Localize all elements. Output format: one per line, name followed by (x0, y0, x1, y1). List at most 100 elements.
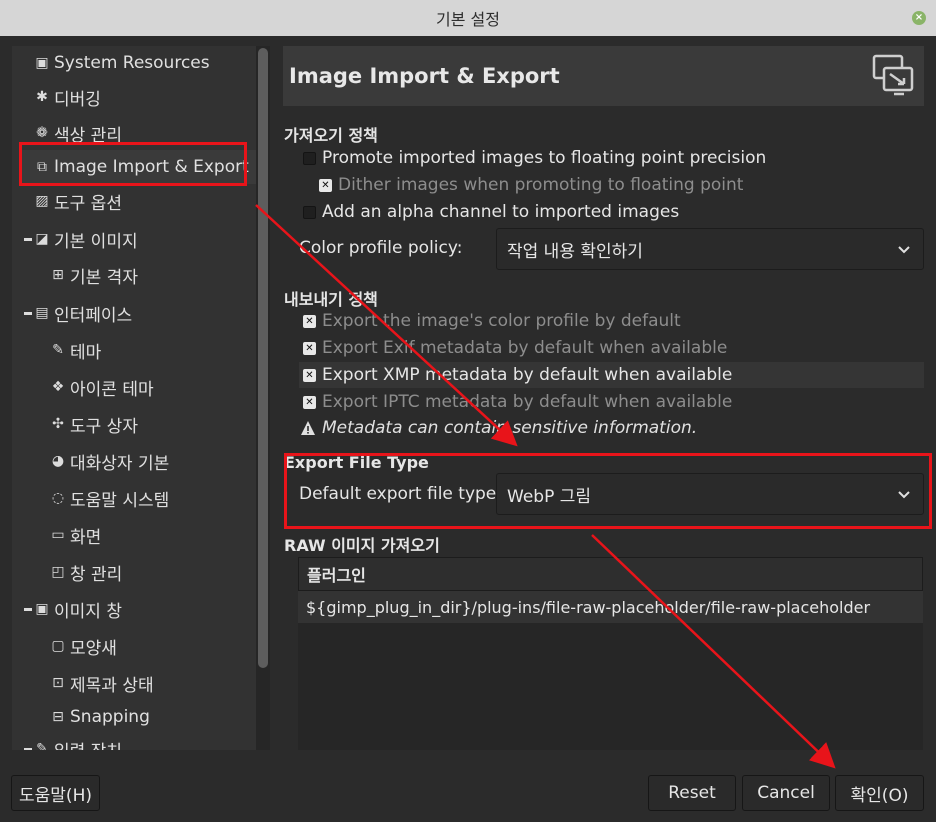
reset-button[interactable]: Reset (648, 775, 736, 811)
sidebar-item-toolbox[interactable]: ✣ 도구 상자 (50, 407, 138, 441)
sidebar-item-default-image[interactable]: ◪ 기본 이미지 (24, 222, 138, 256)
help-button[interactable]: 도움말(H) (11, 775, 100, 811)
export-xmp-checkbox[interactable]: ✕ Export XMP metadata by default when av… (299, 362, 924, 388)
collapse-icon[interactable] (24, 748, 32, 750)
dialog-icon: ◕ (51, 453, 65, 469)
raw-import-title: RAW 이미지 가져오기 (284, 536, 440, 555)
window-title: 기본 설정 (436, 10, 500, 29)
sidebar-item-label: 이미지 창 (54, 601, 122, 622)
column-header-plugin[interactable]: 플러그인 (298, 557, 923, 591)
checkbox-label: Export Exif metadata by default when ava… (322, 338, 728, 358)
sidebar-item-label: 테마 (70, 342, 102, 363)
sidebar-item-label: 모양새 (70, 638, 117, 659)
sidebar-item-icon-theme[interactable]: ❖ 아이콘 테마 (50, 370, 154, 404)
icon-theme-icon: ❖ (51, 379, 65, 395)
checkbox-label: Export IPTC metadata by default when ava… (322, 392, 733, 412)
interface-icon: ▤ (35, 305, 49, 321)
checkbox-label: Export the image's color profile by defa… (322, 311, 681, 331)
toolbox-icon: ✣ (52, 416, 64, 432)
sidebar-item-title-status[interactable]: ⊡ 제목과 상태 (50, 666, 154, 700)
sidebar-item-system-resources[interactable]: ▣ System Resources (34, 46, 209, 80)
sidebar-item-label: 도구 상자 (70, 416, 138, 437)
export-policy-title: 내보내기 정책 (284, 290, 378, 309)
checkbox-label: Add an alpha channel to imported images (322, 202, 680, 222)
sidebar-item-tool-options[interactable]: ▨ 도구 옵션 (34, 184, 122, 218)
sidebar-item-appearance[interactable]: ▢ 모양새 (50, 629, 117, 663)
sidebar-item-label: 화면 (70, 527, 102, 548)
checkbox-box[interactable] (303, 151, 316, 165)
page-title: Image Import & Export (289, 64, 560, 88)
checkbox-box[interactable]: ✕ (303, 368, 316, 382)
export-color-profile-checkbox: ✕ Export the image's color profile by de… (303, 308, 681, 334)
alpha-channel-checkbox[interactable]: Add an alpha channel to imported images (303, 199, 679, 225)
sidebar-item-label: 아이콘 테마 (70, 379, 154, 400)
image-window-icon: ▣ (35, 601, 49, 617)
sidebar-item-interface[interactable]: ▤ 인터페이스 (24, 296, 133, 330)
warning-text: Metadata can contain sensitive informati… (322, 418, 698, 438)
scrollbar-thumb[interactable] (258, 48, 268, 668)
monitor-icon: ▭ (51, 527, 65, 543)
cancel-button[interactable]: Cancel (742, 775, 830, 811)
sidebar-item-display[interactable]: ▭ 화면 (50, 518, 101, 552)
sidebar-item-label: 디버깅 (54, 89, 101, 110)
sidebar-item-label: Image Import & Export (54, 157, 249, 177)
export-file-type-title: Export File Type (284, 453, 429, 472)
bug-icon: ✱ (36, 89, 48, 105)
windows-icon: ◰ (51, 564, 65, 580)
sidebar-item-input-devices[interactable]: ✎ 입력 장치 (24, 732, 122, 751)
sidebar-item-label: 도구 옵션 (54, 193, 122, 214)
sidebar-item-debugging[interactable]: ✱ 디버깅 (34, 80, 101, 114)
collapse-icon[interactable] (24, 608, 32, 611)
sidebar-item-label: 창 관리 (70, 564, 123, 585)
sidebar-item-label: Snapping (70, 707, 150, 727)
sidebar-item-dialog-defaults[interactable]: ◕ 대화상자 기본 (50, 444, 169, 478)
chip-icon: ▣ (35, 55, 49, 71)
sidebar-item-label: 색상 관리 (54, 125, 122, 146)
raw-plugin-list[interactable]: 플러그인 ${gimp_plug_in_dir}/plug-ins/file-r… (298, 557, 923, 750)
export-exif-checkbox: ✕ Export Exif metadata by default when a… (303, 335, 727, 361)
promote-float-checkbox[interactable]: Promote imported images to floating poin… (303, 145, 766, 171)
color-circles-icon: ❁ (36, 125, 48, 141)
sidebar-item-default-grid[interactable]: ⊞ 기본 격자 (50, 258, 138, 292)
import-export-icon: ⧉ (37, 159, 47, 175)
checkbox-box: ✕ (319, 178, 332, 192)
dropdown-value: 작업 내용 확인하기 (507, 241, 643, 262)
snapping-icon: ⊟ (52, 709, 64, 725)
sidebar-item-label: 기본 이미지 (54, 231, 138, 252)
page-header: Image Import & Export (283, 46, 924, 106)
sidebar-item-theme[interactable]: ✎ 테마 (50, 333, 101, 367)
help-ring-icon: ◌ (51, 490, 65, 506)
chevron-down-icon (898, 246, 910, 254)
color-profile-dropdown[interactable]: 작업 내용 확인하기 (496, 228, 924, 270)
sidebar-item-label: 인터페이스 (54, 305, 133, 326)
sidebar-item-image-windows[interactable]: ▣ 이미지 창 (24, 592, 122, 626)
sidebar-scrollbar[interactable] (256, 46, 270, 750)
sidebar-item-window-management[interactable]: ◰ 창 관리 (50, 555, 122, 589)
theme-icon: ✎ (52, 342, 64, 358)
sidebar-item-color-management[interactable]: ❁ 색상 관리 (34, 116, 122, 150)
metadata-warning: Metadata can contain sensitive informati… (300, 418, 697, 438)
sidebar-item-label: 제목과 상태 (70, 675, 154, 696)
sidebar-item-label: 입력 장치 (54, 737, 122, 751)
close-icon[interactable]: × (912, 11, 926, 25)
dropdown-value: WebP 그림 (507, 486, 591, 507)
export-file-type-dropdown[interactable]: WebP 그림 (496, 473, 924, 515)
title-status-icon: ⊡ (52, 675, 64, 691)
image-icon: ◪ (35, 231, 49, 247)
checkbox-label: Dither images when promoting to floating… (338, 175, 744, 195)
sidebar-item-snapping[interactable]: ⊟ Snapping (50, 700, 150, 734)
checkbox-box[interactable] (303, 205, 316, 219)
dither-checkbox: ✕ Dither images when promoting to floati… (319, 172, 743, 198)
ok-button[interactable]: 확인(O) (835, 775, 924, 811)
chevron-down-icon (898, 491, 910, 499)
collapse-icon[interactable] (24, 312, 32, 315)
checkbox-box: ✕ (303, 395, 316, 409)
checkbox-label: Promote imported images to floating poin… (322, 148, 767, 168)
list-item[interactable]: ${gimp_plug_in_dir}/plug-ins/file-raw-pl… (298, 591, 923, 623)
grid-icon: ⊞ (52, 267, 64, 283)
sidebar-item-help-system[interactable]: ◌ 도움말 시스템 (50, 481, 169, 515)
checkbox-box: ✕ (303, 341, 316, 355)
appearance-icon: ▢ (51, 638, 65, 654)
sidebar-item-image-import-export[interactable]: ⧉ Image Import & Export (20, 150, 256, 184)
collapse-icon[interactable] (24, 238, 32, 241)
